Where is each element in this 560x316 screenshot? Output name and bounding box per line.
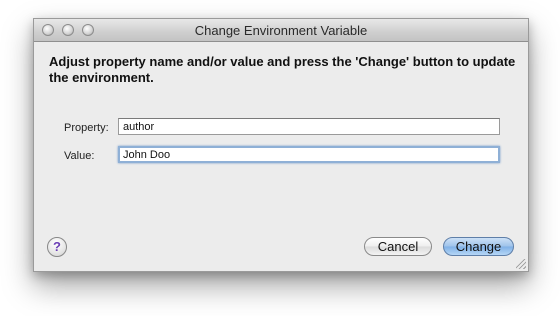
title-bar[interactable]: Change Environment Variable (34, 19, 528, 42)
window-title: Change Environment Variable (194, 23, 368, 38)
instructions-text: Adjust property name and/or value and pr… (49, 54, 516, 85)
cancel-button[interactable]: Cancel (364, 237, 432, 256)
value-input[interactable] (118, 146, 500, 163)
property-label: Property: (64, 122, 109, 134)
property-input[interactable] (118, 118, 500, 135)
value-label: Value: (64, 150, 95, 162)
dialog-window: Change Environment Variable Adjust prope… (33, 18, 529, 272)
help-button[interactable]: ? (47, 237, 67, 257)
change-button[interactable]: Change (443, 237, 514, 256)
resize-grip-icon[interactable] (516, 259, 526, 269)
